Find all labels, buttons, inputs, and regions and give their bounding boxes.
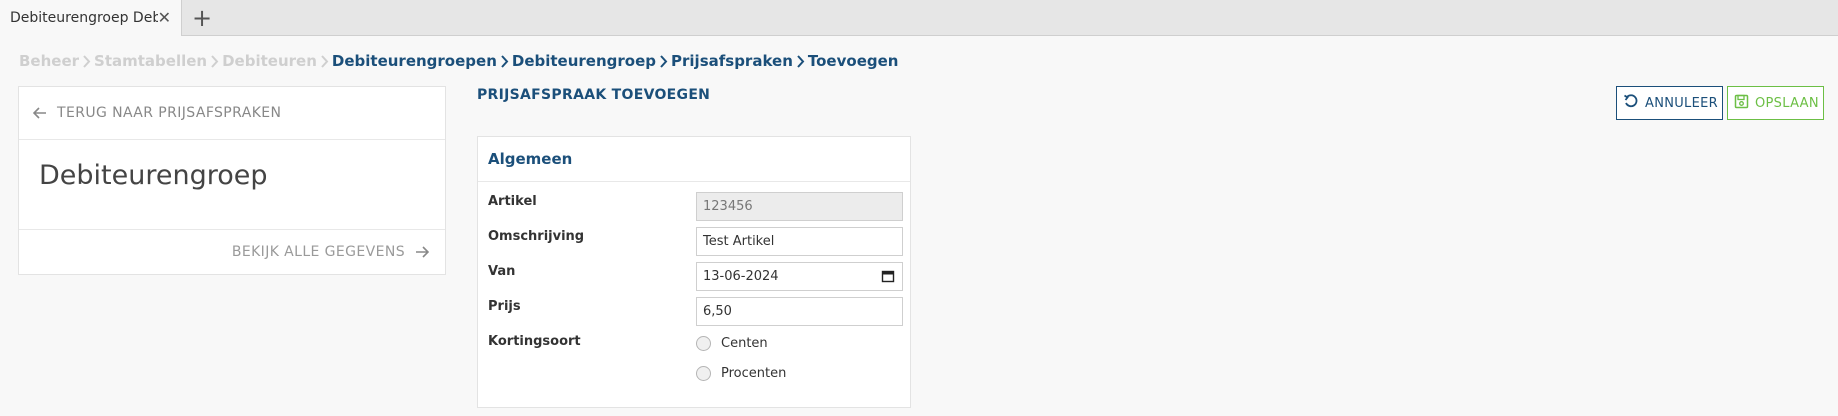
breadcrumb-stamtabellen: Stamtabellen bbox=[94, 52, 208, 70]
radio-label-procenten: Procenten bbox=[721, 366, 787, 381]
plus-icon[interactable]: + bbox=[192, 3, 212, 33]
chevron-right-icon bbox=[659, 54, 668, 68]
prijs-field[interactable]: 6,50 bbox=[696, 297, 903, 326]
kortingsoort-option-procenten[interactable]: Procenten bbox=[696, 366, 786, 381]
arrow-right-icon bbox=[415, 243, 430, 262]
van-label: Van bbox=[488, 264, 516, 279]
save-label: OPSLAAN bbox=[1755, 95, 1819, 111]
breadcrumb-debiteurengroepen[interactable]: Debiteurengroepen bbox=[332, 52, 497, 70]
undo-icon bbox=[1623, 93, 1639, 113]
save-button[interactable]: OPSLAAN bbox=[1727, 86, 1824, 120]
close-icon[interactable]: ✕ bbox=[158, 8, 171, 27]
page-title: PRIJSAFSPRAAK TOEVOEGEN bbox=[477, 87, 711, 103]
tab-debiteurengroep[interactable]: Debiteurengroep Debi... ✕ bbox=[0, 0, 182, 36]
view-all-details-link[interactable]: BEKIJK ALLE GEGEVENS bbox=[19, 229, 445, 274]
back-to-prijsafspraken-link[interactable]: TERUG NAAR PRIJSAFSPRAKEN bbox=[19, 87, 445, 140]
chevron-right-icon bbox=[82, 54, 91, 68]
tab-title: Debiteurengroep Debi... bbox=[10, 10, 158, 26]
view-all-label: BEKIJK ALLE GEGEVENS bbox=[231, 244, 405, 260]
prijs-label: Prijs bbox=[488, 299, 521, 314]
general-form-card: Algemeen Artikel 123456 Omschrijving Tes… bbox=[477, 136, 911, 408]
breadcrumb-beheer: Beheer bbox=[19, 52, 80, 70]
entity-title: Debiteurengroep bbox=[39, 160, 268, 191]
cancel-button[interactable]: ANNULEER bbox=[1616, 86, 1723, 120]
van-date-field[interactable]: 13-06-2024 bbox=[696, 262, 903, 291]
breadcrumb-prijsafspraken[interactable]: Prijsafspraken bbox=[671, 52, 793, 70]
kortingsoort-label: Kortingsoort bbox=[488, 334, 581, 349]
chevron-right-icon bbox=[500, 54, 509, 68]
cancel-label: ANNULEER bbox=[1645, 95, 1718, 111]
radio-button[interactable] bbox=[696, 366, 711, 381]
artikel-field: 123456 bbox=[696, 192, 903, 221]
arrow-left-icon bbox=[32, 104, 47, 123]
tab-bar: Debiteurengroep Debi... ✕ + bbox=[0, 0, 1838, 36]
radio-button[interactable] bbox=[696, 336, 711, 351]
breadcrumb-debiteuren: Debiteuren bbox=[222, 52, 317, 70]
form-section-header: Algemeen bbox=[478, 137, 910, 182]
artikel-label: Artikel bbox=[488, 194, 537, 209]
back-link-label: TERUG NAAR PRIJSAFSPRAKEN bbox=[57, 105, 282, 121]
calendar-icon[interactable] bbox=[881, 269, 895, 287]
omschrijving-field[interactable]: Test Artikel bbox=[696, 227, 903, 256]
chevron-right-icon bbox=[210, 54, 219, 68]
van-date-value: 13-06-2024 bbox=[703, 269, 779, 284]
breadcrumb-debiteurengroep[interactable]: Debiteurengroep bbox=[512, 52, 656, 70]
breadcrumb-toevoegen[interactable]: Toevoegen bbox=[808, 52, 899, 70]
chevron-right-icon bbox=[320, 54, 329, 68]
radio-label-centen: Centen bbox=[721, 336, 768, 351]
kortingsoort-option-centen[interactable]: Centen bbox=[696, 336, 768, 351]
entity-summary-card: TERUG NAAR PRIJSAFSPRAKEN Debiteurengroe… bbox=[18, 86, 446, 275]
chevron-right-icon bbox=[796, 54, 805, 68]
breadcrumb: Beheer Stamtabellen Debiteuren Debiteure… bbox=[19, 51, 898, 71]
omschrijving-label: Omschrijving bbox=[488, 229, 585, 244]
floppy-disk-icon bbox=[1734, 94, 1749, 113]
